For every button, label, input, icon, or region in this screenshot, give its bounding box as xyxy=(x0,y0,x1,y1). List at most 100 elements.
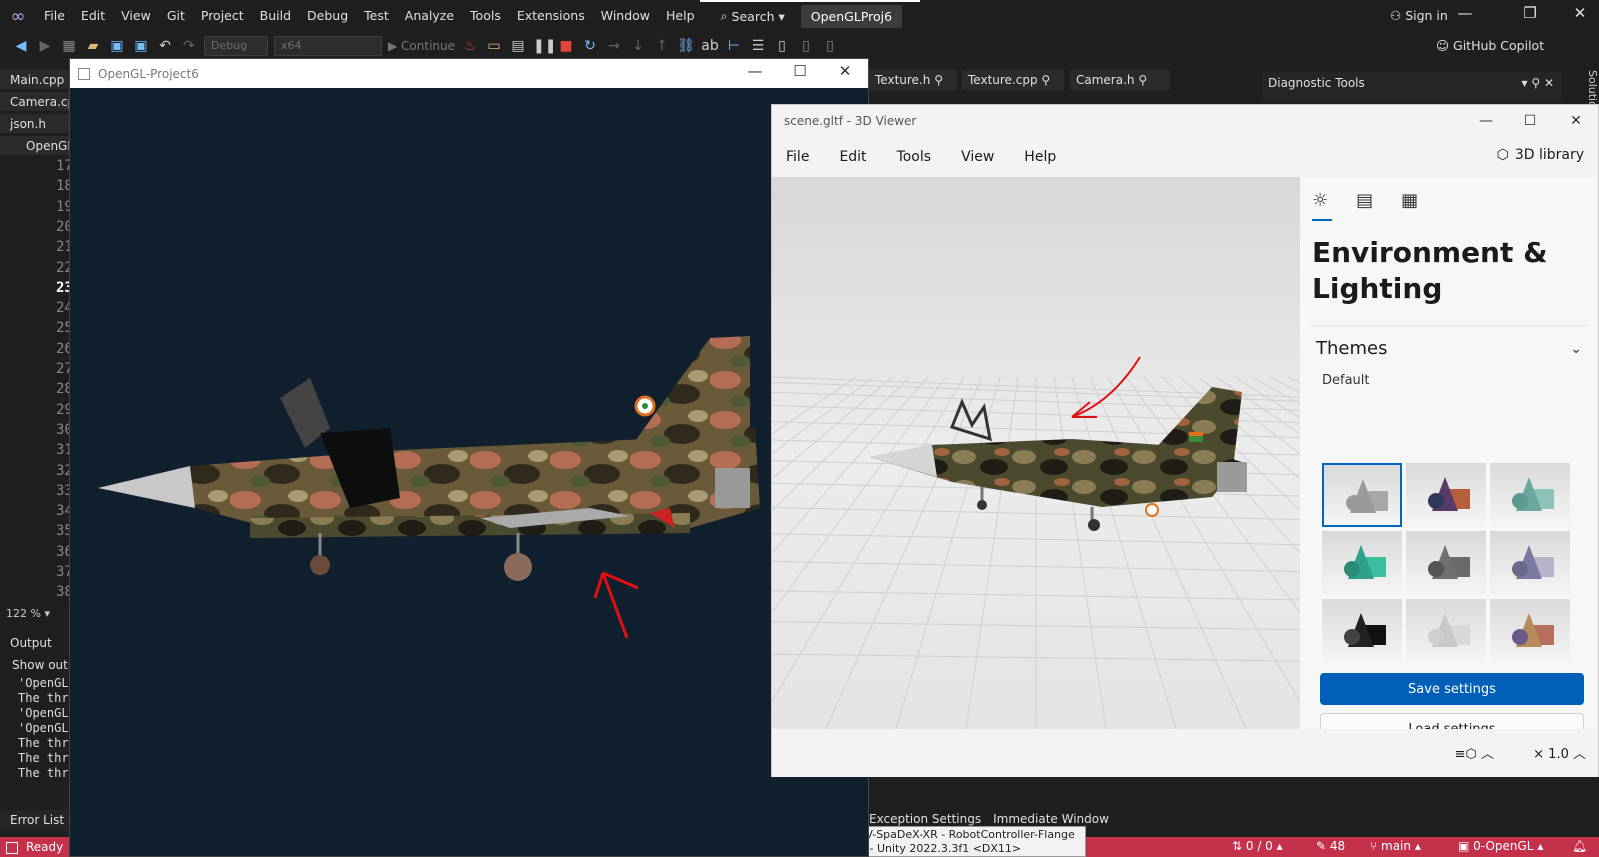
stop-icon[interactable]: ■ xyxy=(557,38,575,54)
status-changes[interactable]: ✎ 48 xyxy=(1316,839,1345,853)
viewer-menu-view[interactable]: View xyxy=(961,149,994,165)
folder-icon[interactable]: ▭ xyxy=(485,38,503,54)
opengl-render-canvas[interactable] xyxy=(70,88,870,857)
sign-in-button[interactable]: ⚇ Sign in xyxy=(1390,8,1448,23)
vs-search-button[interactable]: ⌕ Search ▾ xyxy=(721,8,785,24)
theme-tile[interactable] xyxy=(1490,531,1570,595)
save-all-icon[interactable]: ▣ xyxy=(132,38,150,54)
save-settings-button[interactable]: Save settings xyxy=(1320,673,1584,705)
step-over-icon[interactable]: → xyxy=(605,38,623,54)
status-repo[interactable]: ▣ 0-OpenGL ▴ xyxy=(1458,839,1543,853)
menu-file[interactable]: File xyxy=(36,0,73,32)
viewer-close-button[interactable]: ✕ xyxy=(1554,105,1598,137)
theme-tile[interactable] xyxy=(1322,599,1402,663)
theme-tile[interactable] xyxy=(1406,531,1486,595)
visual-studio-logo-icon[interactable]: ∞ xyxy=(0,0,36,32)
close-icon[interactable]: ▾ ⚲ ✕ xyxy=(1522,76,1555,90)
align-icon[interactable]: ⊢ xyxy=(725,38,743,54)
tab-exception-settings[interactable]: Exception Settings xyxy=(869,812,981,826)
indent-icon[interactable]: ☰ xyxy=(749,38,767,54)
step-out-icon[interactable]: ↑ xyxy=(653,38,671,54)
menu-analyze[interactable]: Analyze xyxy=(397,0,462,32)
theme-tile[interactable] xyxy=(1322,531,1402,595)
notification-bell-icon[interactable]: 🔔︎ xyxy=(1572,839,1587,853)
theme-tile[interactable] xyxy=(1406,463,1486,527)
menu-tools[interactable]: Tools xyxy=(462,0,509,32)
layout-icon[interactable]: ▤ xyxy=(509,38,527,54)
configuration-dropdown[interactable]: Debug xyxy=(204,36,268,56)
viewer-minimize-button[interactable]: — xyxy=(1464,105,1508,137)
menu-view[interactable]: View xyxy=(113,0,159,32)
hot-reload-icon[interactable]: ♨ xyxy=(461,38,479,54)
tab-texture-cpp[interactable]: Texture.cpp ⚲ xyxy=(962,70,1064,90)
gl-maximize-button[interactable]: ☐ xyxy=(785,62,815,80)
undo-icon[interactable]: ↶ xyxy=(156,38,174,54)
error-list-tab[interactable]: Error List xyxy=(0,810,70,830)
environment-panel: ☼ ▤ ▦ Environment & Lighting Themes ⌄ De… xyxy=(1300,177,1598,745)
viewer-maximize-button[interactable]: ☐ xyxy=(1508,105,1552,137)
redo-icon[interactable]: ↷ xyxy=(180,38,198,54)
menu-git[interactable]: Git xyxy=(159,0,193,32)
sun-lighting-icon[interactable]: ☼ xyxy=(1312,190,1328,211)
vs-restore-button[interactable]: ❐ xyxy=(1515,4,1545,22)
gl-close-button[interactable]: ✕ xyxy=(830,62,860,80)
themes-expander[interactable]: Themes ⌄ xyxy=(1310,325,1588,359)
theme-tile[interactable] xyxy=(1322,463,1402,527)
status-updown[interactable]: ⇅ 0 / 0 ▴ xyxy=(1232,839,1283,853)
step-into-icon[interactable]: ↓ xyxy=(629,38,647,54)
tab-opengl-project[interactable]: OpenGL xyxy=(0,136,70,156)
show-output-label[interactable]: Show output xyxy=(12,658,70,672)
viewer-menu-edit[interactable]: Edit xyxy=(839,149,866,165)
tab-texture-h[interactable]: Texture.h ⚲ xyxy=(869,70,957,90)
viewer-menu-file[interactable]: File xyxy=(786,149,809,165)
menu-extensions[interactable]: Extensions xyxy=(509,0,593,32)
pause-icon[interactable]: ❚❚ xyxy=(533,38,556,54)
view-mode-icon[interactable]: ≡⬡ ︿ xyxy=(1455,743,1494,762)
theme-tile[interactable] xyxy=(1490,599,1570,663)
theme-tile[interactable] xyxy=(1406,599,1486,663)
back-icon[interactable]: ◀ xyxy=(12,38,30,54)
tab-camera-cpp[interactable]: Camera.cpp xyxy=(0,92,70,112)
project-name-badge[interactable]: OpenGLProj6 xyxy=(800,4,903,28)
grid-icon[interactable]: ▦ xyxy=(1401,190,1418,211)
viewer-title-bar: scene.gltf - 3D Viewer — ☐ ✕ xyxy=(772,105,1598,137)
play-icon: ▶ xyxy=(388,39,402,53)
tab-camera-h[interactable]: Camera.h ⚲ xyxy=(1070,70,1170,90)
save-icon[interactable]: ▣ xyxy=(108,38,126,54)
status-branch[interactable]: ⑂ main ▴ xyxy=(1370,839,1421,853)
github-copilot-button[interactable]: ☺ GitHub Copilot xyxy=(1436,38,1544,53)
tab-json-h[interactable]: json.h xyxy=(0,114,70,134)
bookmark-icon[interactable]: ▯ xyxy=(773,38,791,54)
spellcheck-icon[interactable]: ab xyxy=(701,38,719,54)
forward-icon[interactable]: ▶ xyxy=(36,38,54,54)
viewer-3d-stage[interactable] xyxy=(772,177,1300,729)
viewer-menu-tools[interactable]: Tools xyxy=(897,149,932,165)
theme-tile[interactable] xyxy=(1490,463,1570,527)
gl-minimize-button[interactable]: — xyxy=(740,62,770,80)
menu-test[interactable]: Test xyxy=(356,0,397,32)
viewer-menu-help[interactable]: Help xyxy=(1024,149,1056,165)
menu-window[interactable]: Window xyxy=(593,0,658,32)
breakpoint-icon[interactable]: ⛓ xyxy=(677,38,695,54)
vs-close-button[interactable]: ✕ xyxy=(1565,4,1595,22)
menu-project[interactable]: Project xyxy=(193,0,252,32)
menu-debug[interactable]: Debug xyxy=(299,0,356,32)
tab-immediate-window[interactable]: Immediate Window xyxy=(993,812,1109,826)
bookmark-prev-icon[interactable]: ▯ xyxy=(797,38,815,54)
continue-button[interactable]: ▶ Continue xyxy=(388,39,455,53)
viewer-bottom-bar: ≡⬡ ︿ × 1.0 ︿ xyxy=(772,729,1598,777)
restart-icon[interactable]: ↻ xyxy=(581,38,599,54)
zoom-level[interactable]: 122 % ▾ xyxy=(6,607,50,620)
tab-main-cpp[interactable]: Main.cpp xyxy=(0,70,70,90)
bookmark-next-icon[interactable]: ▯ xyxy=(821,38,839,54)
open-folder-icon[interactable]: ▰ xyxy=(84,38,102,54)
menu-edit[interactable]: Edit xyxy=(73,0,113,32)
3d-library-button[interactable]: ⬡ 3D library xyxy=(1497,147,1584,163)
menu-build[interactable]: Build xyxy=(252,0,299,32)
vs-minimize-button[interactable]: — xyxy=(1450,4,1480,22)
viewer-zoom-level[interactable]: × 1.0 ︿ xyxy=(1533,743,1586,762)
menu-help[interactable]: Help xyxy=(658,0,703,32)
platform-dropdown[interactable]: x64 xyxy=(274,36,382,56)
stats-icon[interactable]: ▤ xyxy=(1356,190,1373,211)
new-item-icon[interactable]: ▦ xyxy=(60,38,78,54)
